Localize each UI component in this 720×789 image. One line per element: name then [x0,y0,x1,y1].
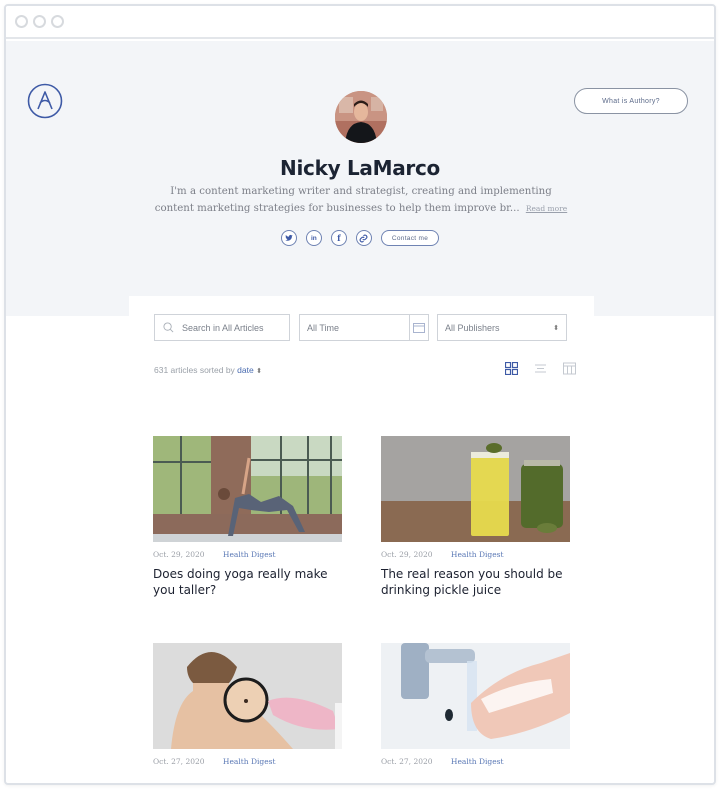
sort-by-dropdown[interactable]: date ⬍ [237,365,262,375]
article-meta: Oct. 27, 2020 Health Digest [153,757,342,766]
link-icon[interactable] [355,230,372,246]
article-title[interactable]: Does doing yoga really make you taller? [153,566,342,598]
authory-logo-icon[interactable] [27,83,63,119]
maximize-window-button[interactable] [51,15,64,28]
article-title[interactable]: The real reason you should be drinking p… [381,566,570,598]
sort-key-label: date [237,365,254,375]
mole-check-photo[interactable] [153,643,342,749]
time-range-field[interactable]: All Time [299,314,429,341]
article-count-text: 631 articles sorted by [154,365,235,375]
article-meta: Oct. 29, 2020 Health Digest [153,550,342,559]
article-publisher[interactable]: Health Digest [216,757,276,766]
view-switcher [505,362,576,375]
contact-me-button[interactable]: Contact me [380,230,440,246]
minimize-window-button[interactable] [33,15,46,28]
linkedin-icon[interactable]: in [305,230,322,246]
article-card[interactable]: Oct. 27, 2020 Health Digest [153,643,342,766]
article-meta: Oct. 27, 2020 Health Digest [381,757,570,766]
article-publisher[interactable]: Health Digest [444,550,504,559]
article-meta: Oct. 29, 2020 Health Digest [381,550,570,559]
bio-text: I'm a content marketing writer and strat… [154,186,552,214]
profile-bio: I'm a content marketing writer and strat… [151,183,571,217]
sort-summary: 631 articles sorted by date ⬍ [154,365,262,375]
search-input[interactable]: Search in All Articles [154,314,290,341]
article-card[interactable]: Oct. 29, 2020 Health Digest Does doing y… [153,436,342,598]
table-view-icon[interactable] [563,362,576,375]
pickle-juice-photo[interactable] [381,436,570,542]
article-filter-panel: Search in All Articles All Time All Publ… [129,296,594,391]
article-date: Oct. 27, 2020 [381,757,433,766]
article-publisher[interactable]: Health Digest [216,550,276,559]
social-links: in f Contact me [6,230,714,246]
article-card[interactable]: Oct. 29, 2020 Health Digest The real rea… [381,436,570,598]
list-view-icon[interactable] [534,362,547,375]
sort-arrows-icon: ⬍ [256,368,262,375]
grid-view-icon[interactable] [505,362,518,375]
yoga-woman-photo[interactable] [153,436,342,542]
publisher-value: All Publishers [445,322,500,333]
facebook-icon[interactable]: f [330,230,347,246]
close-window-button[interactable] [15,15,28,28]
time-range-value: All Time [307,322,340,333]
article-publisher[interactable]: Health Digest [444,757,504,766]
calendar-icon[interactable] [409,315,428,340]
article-date: Oct. 27, 2020 [153,757,205,766]
avatar [335,91,387,143]
hand-washing-photo[interactable] [381,643,570,749]
search-icon [163,322,174,333]
profile-header: What is Authory? Nicky LaMarco I'm a con… [6,41,714,316]
what-is-authory-button[interactable]: What is Authory? [574,88,688,114]
twitter-icon[interactable] [280,230,297,246]
profile-name: Nicky LaMarco [280,156,440,180]
publisher-select[interactable]: All Publishers ⬍ [437,314,567,341]
article-date: Oct. 29, 2020 [381,550,433,559]
title-bar [6,6,714,39]
search-placeholder: Search in All Articles [182,322,264,333]
article-card[interactable]: Oct. 27, 2020 Health Digest [381,643,570,766]
select-arrows-icon: ⬍ [553,324,559,332]
browser-window: What is Authory? Nicky LaMarco I'm a con… [4,4,716,785]
read-more-link[interactable]: Read more [526,204,567,213]
article-date: Oct. 29, 2020 [153,550,205,559]
